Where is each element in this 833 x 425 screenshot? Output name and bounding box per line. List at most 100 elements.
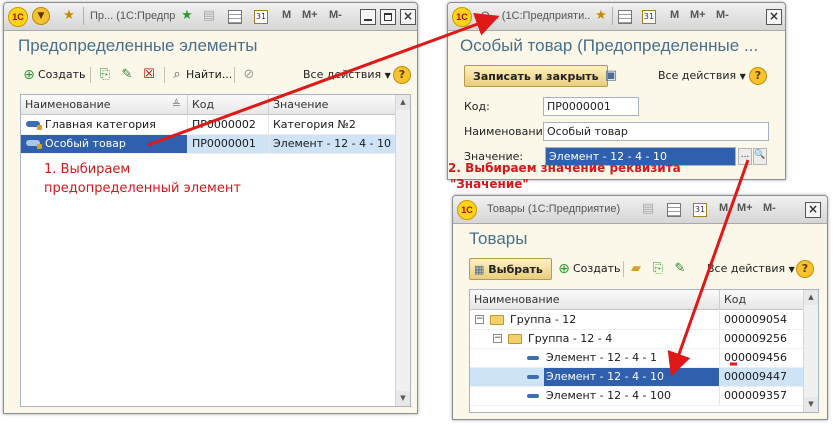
scroll-up-icon[interactable]: ▲ xyxy=(804,290,818,305)
row-name-cell: − Группа - 12 - 4 xyxy=(470,330,720,348)
window-title: Пр... (1С:Предпр... xyxy=(90,10,176,22)
folder-icon xyxy=(490,315,504,325)
memory-plus-button[interactable]: M+ xyxy=(737,202,753,214)
help-button[interactable]: ? xyxy=(796,260,814,278)
name-label: Наименование: xyxy=(464,125,554,138)
choose-label: Выбрать xyxy=(488,263,543,276)
scroll-down-icon[interactable]: ▼ xyxy=(804,397,818,412)
collapse-toggle-icon[interactable]: − xyxy=(475,315,484,324)
calendar-icon[interactable]: 31 xyxy=(254,10,268,24)
row-value-cell: Категория №2 xyxy=(269,116,397,134)
item-icon xyxy=(527,356,539,360)
save-disk-icon[interactable]: ▣ xyxy=(602,65,620,87)
edit-pencil-icon[interactable]: ✎ xyxy=(671,258,689,280)
scroll-up-icon[interactable]: ▲ xyxy=(396,95,410,110)
create-plus-icon[interactable]: ⊕ xyxy=(20,64,38,86)
memory-plus-button[interactable]: M+ xyxy=(302,9,318,21)
sort-indicator-icon: ≜ xyxy=(171,98,181,111)
create-button[interactable]: Создать xyxy=(573,258,621,280)
edit-pencil-icon[interactable]: ✎ xyxy=(118,64,136,86)
star-add-icon[interactable]: ★ xyxy=(178,7,196,25)
memory-m-button[interactable]: M xyxy=(719,202,728,214)
star-add-icon[interactable]: ★ xyxy=(592,7,610,25)
window-titlebar: 1C О... (1С:Предприяти... ★ 31 M M+ M- × xyxy=(448,3,785,31)
desktop: 1C ▼ ★ Пр... (1С:Предпр... ★ ▤ 31 M M+ M… xyxy=(0,0,833,425)
dropdown-menu-icon[interactable]: ▼ xyxy=(32,7,50,25)
table-row[interactable]: Элемент - 12 - 4 - 1 000009456 xyxy=(470,349,805,368)
document-icon[interactable]: ▤ xyxy=(200,7,218,25)
table-icon[interactable] xyxy=(228,10,242,24)
maximize-button[interactable] xyxy=(380,9,396,25)
memory-minus-button[interactable]: M- xyxy=(763,202,776,214)
step2-annotation-line1: 2. Выбираем значение реквизита xyxy=(448,161,681,175)
logo-1c-icon[interactable]: 1C xyxy=(452,7,472,27)
all-actions-menu[interactable]: Все действия ▼ xyxy=(303,64,391,86)
delete-mark-icon[interactable]: ☒ xyxy=(140,64,158,86)
table-row-selected[interactable]: Особый товар ПР0000001 Элемент - 12 - 4 … xyxy=(21,135,397,154)
step2-annotation-line2: "Значение" xyxy=(450,177,529,191)
memory-m-button[interactable]: M xyxy=(670,9,679,21)
create-plus-icon[interactable]: ⊕ xyxy=(555,258,573,280)
collapse-toggle-icon[interactable]: − xyxy=(493,334,502,343)
help-button[interactable]: ? xyxy=(393,66,411,84)
all-actions-menu[interactable]: Все действия ▼ xyxy=(707,258,795,280)
column-header-value[interactable]: Значение xyxy=(269,95,397,115)
logo-1c-icon[interactable]: 1C xyxy=(8,7,28,27)
document-icon[interactable]: ▤ xyxy=(639,200,657,218)
column-header-name[interactable]: Наименование ≜ xyxy=(21,95,188,115)
memory-minus-button[interactable]: M- xyxy=(716,9,729,21)
logo-1c-icon[interactable]: 1C xyxy=(457,200,477,220)
table-row[interactable]: − Группа - 12 - 4 000009256 xyxy=(470,330,805,349)
all-actions-menu[interactable]: Все действия ▼ xyxy=(658,65,746,87)
memory-m-button[interactable]: M xyxy=(282,9,291,21)
favorites-star-icon[interactable]: ★ xyxy=(60,7,78,25)
command-separator xyxy=(234,67,235,83)
memory-minus-button[interactable]: M- xyxy=(329,9,342,21)
vertical-scrollbar[interactable]: ▲ ▼ xyxy=(803,290,818,412)
table-row[interactable]: Главная категория ПР0000002 Категория №2 xyxy=(21,116,397,135)
memory-plus-button[interactable]: M+ xyxy=(690,9,706,21)
table-row-selected[interactable]: Элемент - 12 - 4 - 10 000009447 xyxy=(470,368,805,387)
code-field[interactable]: ПР0000001 xyxy=(543,97,639,116)
close-button[interactable]: × xyxy=(805,202,821,218)
copy-document-icon[interactable]: ⎘ xyxy=(96,64,114,86)
predefined-elements-window: 1C ▼ ★ Пр... (1С:Предпр... ★ ▤ 31 M M+ M… xyxy=(3,2,418,414)
help-button[interactable]: ? xyxy=(749,67,767,85)
table-row[interactable]: − Группа - 12 000009054 xyxy=(470,311,805,330)
find-button[interactable]: Найти... xyxy=(186,64,232,86)
search-icon[interactable]: 🔍 xyxy=(753,148,767,165)
scroll-down-icon[interactable]: ▼ xyxy=(396,391,410,406)
calendar-icon[interactable]: 31 xyxy=(642,10,656,24)
window-titlebar: 1C ▼ ★ Пр... (1С:Предпр... ★ ▤ 31 M M+ M… xyxy=(4,3,417,31)
predefined-elements-grid[interactable]: Наименование ≜ Код Значение Главная катег… xyxy=(20,94,411,407)
form-title: Предопределенные элементы xyxy=(18,36,258,55)
command-separator xyxy=(164,67,165,83)
products-grid[interactable]: Наименование Код − Группа - 12 000009054 … xyxy=(469,289,819,413)
row-code-cell: 000009456 xyxy=(720,349,805,367)
close-button[interactable]: × xyxy=(766,9,782,25)
column-header-code[interactable]: Код xyxy=(188,95,269,115)
vertical-scrollbar[interactable]: ▲ ▼ xyxy=(395,95,410,406)
column-header-code[interactable]: Код xyxy=(720,290,805,310)
table-row[interactable]: Элемент - 12 - 4 - 100 000009357 xyxy=(470,387,805,406)
create-folder-icon[interactable]: ▰ xyxy=(627,258,645,280)
toolbar-separator xyxy=(612,7,613,25)
predefined-item-icon xyxy=(26,121,42,130)
copy-document-icon[interactable]: ⎘ xyxy=(649,258,667,280)
close-button[interactable]: × xyxy=(400,9,416,25)
find-magnifier-icon[interactable]: ⌕ xyxy=(168,64,186,86)
choose-button[interactable]: ... xyxy=(738,148,752,165)
table-icon[interactable] xyxy=(618,10,632,24)
create-button[interactable]: Создать xyxy=(38,64,86,86)
column-header-name[interactable]: Наименование xyxy=(470,290,720,310)
choose-button[interactable]: ▦ Выбрать xyxy=(469,258,552,280)
code-label: Код: xyxy=(464,100,490,113)
row-code-cell: 000009447 xyxy=(720,368,805,386)
calendar-icon[interactable]: 31 xyxy=(693,203,707,217)
minimize-button[interactable] xyxy=(360,9,376,25)
name-field[interactable]: Особый товар xyxy=(543,122,769,141)
save-and-close-button[interactable]: Записать и закрыть xyxy=(464,65,608,87)
command-bar: Записать и закрыть ▣ Все действия ▼ ? xyxy=(462,65,777,87)
table-icon[interactable] xyxy=(667,203,681,217)
cancel-search-icon[interactable]: ⊘ xyxy=(240,64,258,86)
